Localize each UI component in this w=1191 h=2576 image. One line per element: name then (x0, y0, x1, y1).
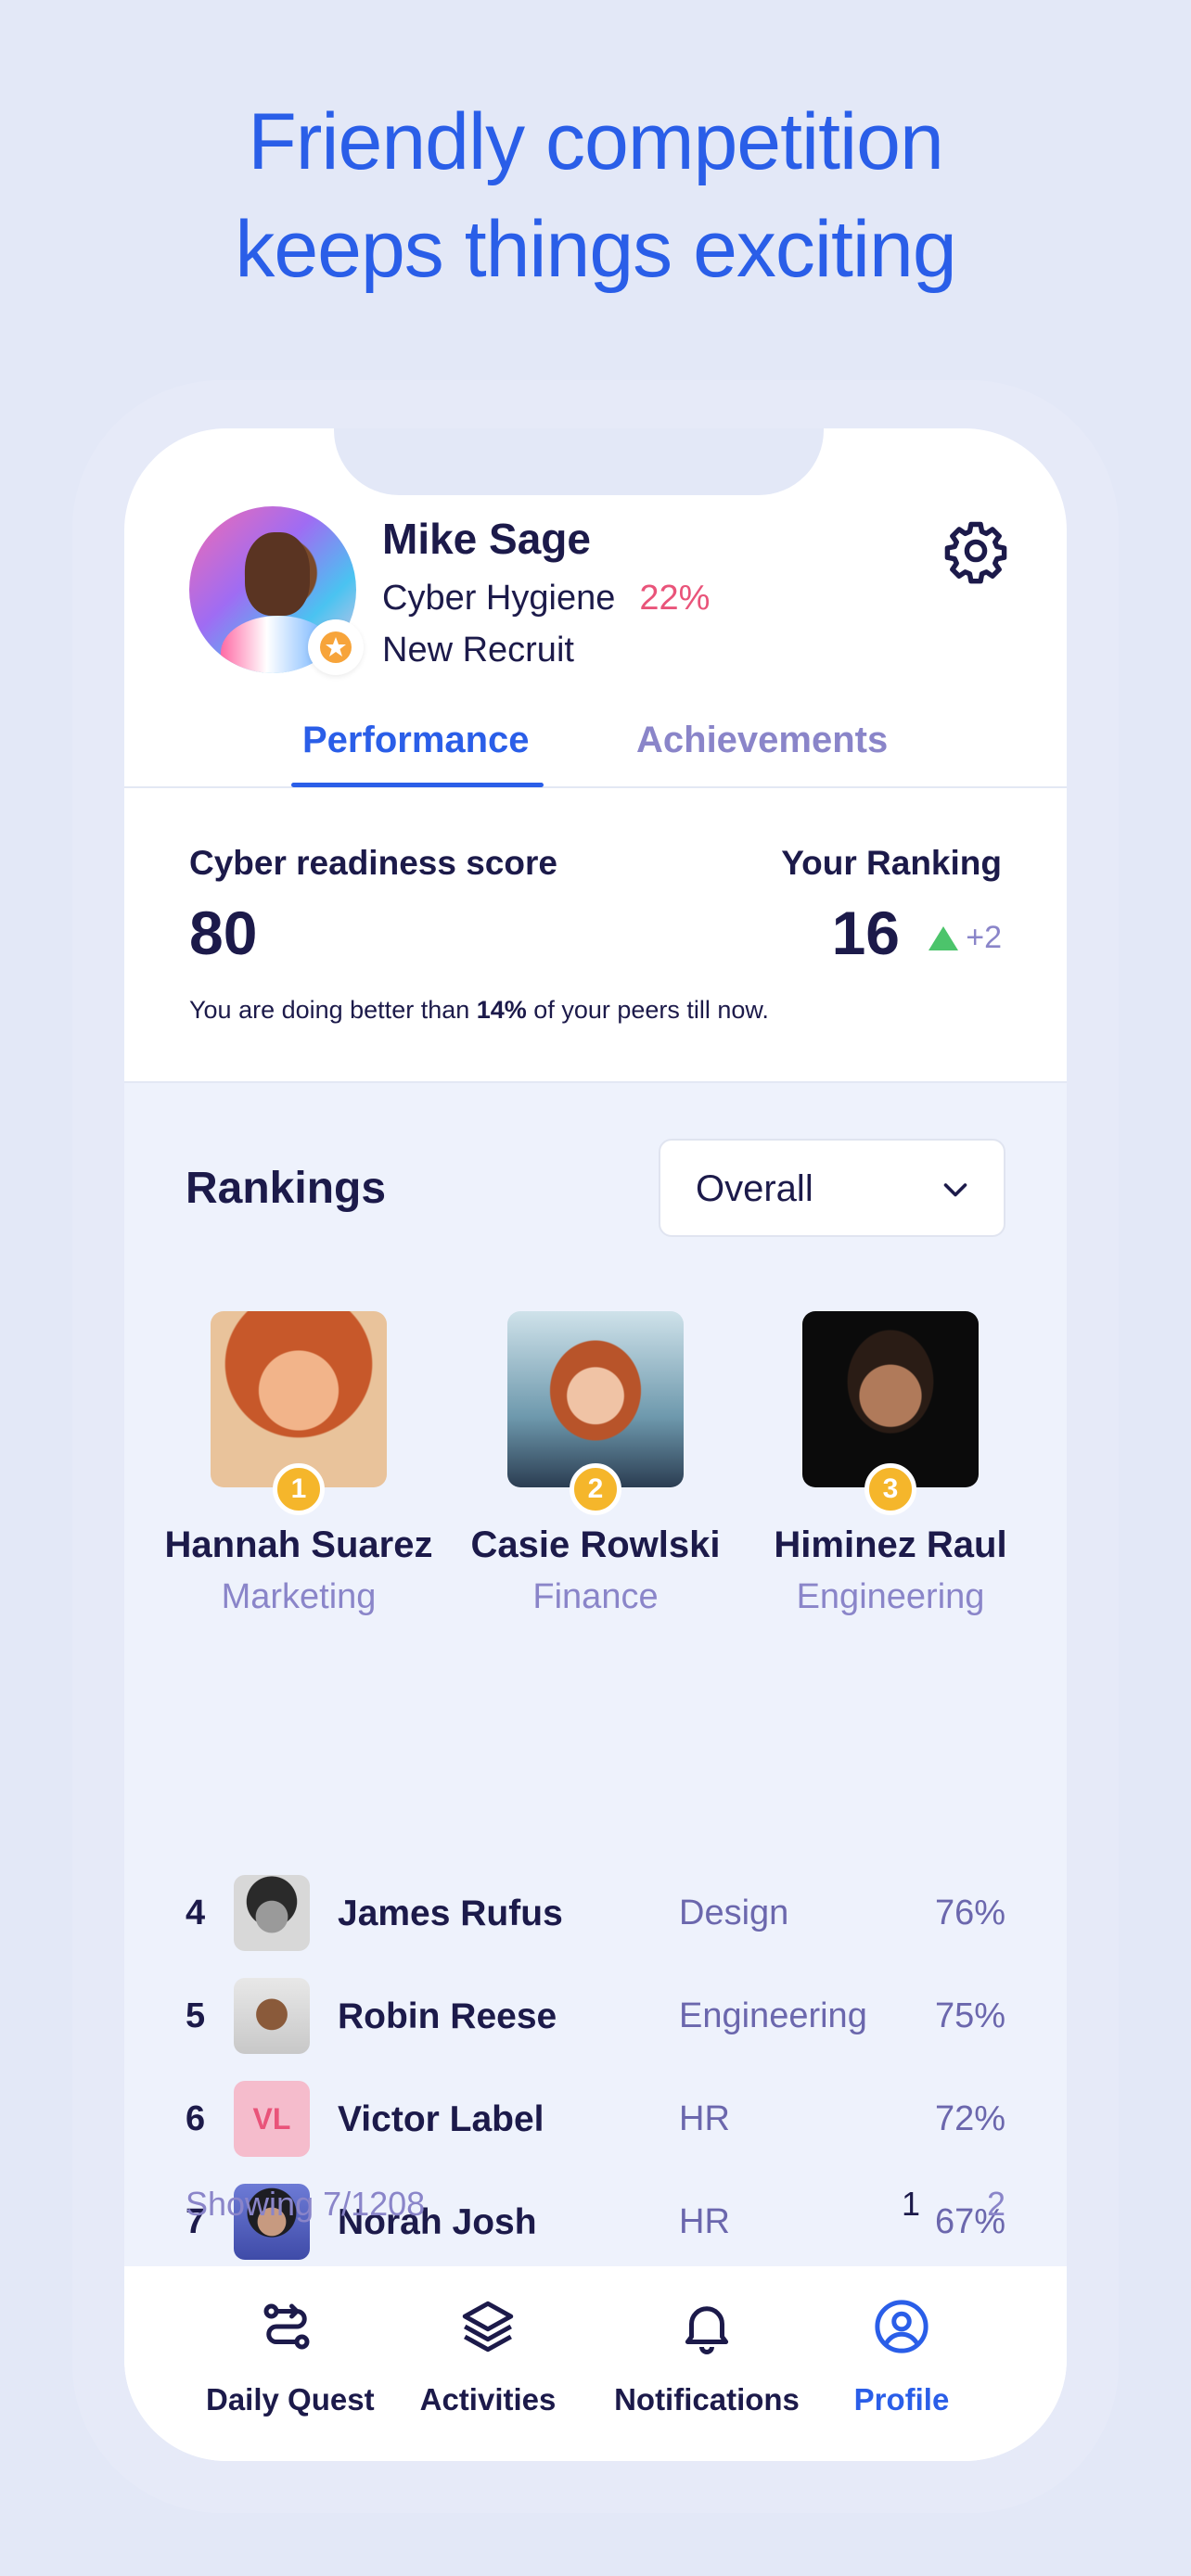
podium-name: Casie Rowlski (470, 1524, 721, 1565)
medal-badge: 1 (273, 1463, 325, 1515)
gear-icon[interactable] (942, 517, 1009, 584)
nav-label: Daily Quest (206, 2382, 375, 2417)
star-icon (308, 619, 364, 675)
nav-activities[interactable]: Activities (414, 2296, 562, 2417)
ranking-label: Your Ranking (781, 844, 1002, 882)
row-dept: HR (679, 2099, 730, 2138)
avatar (507, 1311, 684, 1487)
page-button-2[interactable]: 2 (987, 2185, 1005, 2224)
arrow-up-icon (928, 925, 959, 950)
row-dept: Engineering (679, 1996, 867, 2035)
row-rank: 4 (186, 1894, 206, 1932)
route-icon (263, 2303, 310, 2350)
active-tab-indicator (291, 783, 544, 787)
podium-item-3[interactable]: 3 Himinez Raul Engineering (751, 1311, 1030, 1617)
podium-dept: Engineering (796, 1577, 985, 1616)
row-name: Victor Label (338, 2099, 544, 2139)
nav-daily-quest[interactable]: Daily Quest (206, 2296, 375, 2417)
medal-badge: 2 (570, 1463, 621, 1515)
page-button-1[interactable]: 1 (902, 2185, 920, 2224)
nav-label: Activities (419, 2382, 557, 2417)
row-rank: 6 (186, 2099, 206, 2138)
nav-label: Notifications (614, 2382, 800, 2417)
tab-achievements[interactable]: Achievements (636, 720, 888, 761)
bell-icon (685, 2306, 729, 2354)
dropdown-selected: Overall (696, 1168, 813, 1209)
peer-percent: 14% (476, 996, 527, 1024)
avatar (234, 1978, 310, 2054)
row-percent: 76% (934, 1894, 1005, 1932)
avatar (802, 1311, 979, 1487)
podium-name: Hannah Suarez (164, 1524, 433, 1565)
chevron-down-icon (943, 1183, 967, 1197)
phone-screen: Mike Sage Cyber Hygiene 22% New Recruit P… (124, 428, 1067, 2461)
rankings-filter-dropdown[interactable]: Overall (659, 1139, 1005, 1237)
row-rank: 5 (186, 1996, 206, 2035)
row-dept: HR (679, 2202, 730, 2241)
row-percent: 75% (934, 1996, 1005, 2035)
headline-line-2: keeps things exciting (235, 205, 956, 294)
nav-profile[interactable]: Profile (846, 2296, 957, 2417)
user-circle-icon (875, 2300, 928, 2353)
avatar (211, 1311, 387, 1487)
score-section: Cyber readiness score 80 Your Ranking 16… (124, 790, 1067, 1083)
headline-line-1: Friendly competition (248, 97, 944, 186)
tab-performance[interactable]: Performance (302, 720, 530, 761)
ranking-value: 16 (831, 899, 900, 967)
rankings-section: Rankings Overall 1 Hannah Suarez Marketi… (124, 1083, 1067, 2289)
podium-item-1[interactable]: 1 Hannah Suarez Marketing (160, 1311, 438, 1617)
podium-dept: Marketing (221, 1577, 377, 1616)
row-dept: Design (679, 1894, 789, 1932)
track-percent: 22% (639, 579, 711, 618)
row-percent: 72% (934, 2099, 1005, 2138)
bottom-nav: Daily Quest Activities Notifications Pro… (124, 2266, 1067, 2461)
profile-tabs: Performance Achievements (124, 707, 1067, 788)
avatar-initials: VL (234, 2081, 310, 2157)
profile-avatar-wrap[interactable] (189, 506, 364, 675)
podium-dept: Finance (532, 1577, 659, 1616)
row-name: James Rufus (338, 1894, 563, 1933)
layers-icon (462, 2301, 514, 2353)
readiness-label: Cyber readiness score (189, 844, 557, 882)
avatar (234, 1875, 310, 1951)
nav-notifications[interactable]: Notifications (605, 2296, 809, 2417)
user-name: Mike Sage (382, 515, 591, 563)
list-item[interactable]: 4 James Rufus Design 76% (124, 1875, 1067, 1953)
user-level: New Recruit (382, 631, 574, 670)
list-item[interactable]: 6 VL Victor Label HR 72% (124, 2081, 1067, 2159)
medal-badge: 3 (864, 1463, 916, 1515)
row-name: Robin Reese (338, 1996, 557, 2036)
user-track: Cyber Hygiene 22% (382, 579, 710, 618)
showing-count: Showing 7/1208 (186, 2185, 426, 2223)
podium-item-2[interactable]: 2 Casie Rowlski Finance (456, 1311, 735, 1617)
ranking-change-value: +2 (966, 920, 1002, 955)
readiness-value: 80 (189, 899, 258, 967)
phone-notch (334, 428, 824, 495)
peer-comparison: You are doing better than 14% of your pe… (189, 996, 769, 1024)
podium-name: Himinez Raul (774, 1524, 1007, 1565)
nav-label: Profile (853, 2382, 950, 2417)
track-label: Cyber Hygiene (382, 579, 616, 618)
rankings-title: Rankings (186, 1164, 387, 1213)
list-item[interactable]: 5 Robin Reese Engineering 75% (124, 1978, 1067, 2056)
headline: Friendly competition keeps things exciti… (0, 88, 1191, 303)
ranking-change: +2 (928, 920, 1002, 956)
